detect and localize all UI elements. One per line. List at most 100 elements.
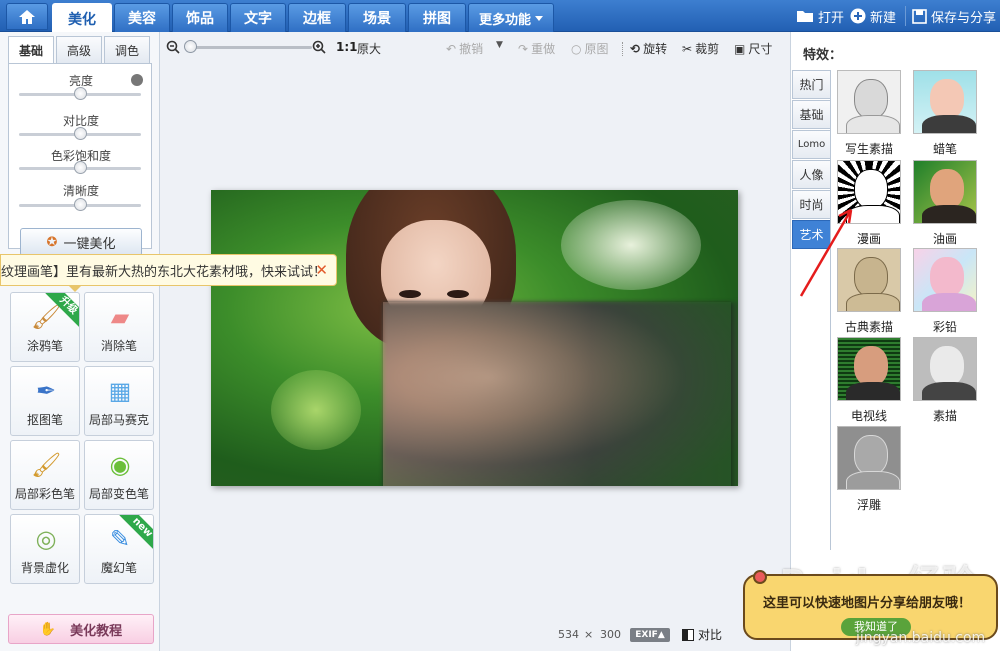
rotate-icon: ⟲ xyxy=(630,41,641,56)
more-features-label: 更多功能 xyxy=(478,12,531,28)
original-size-button[interactable]: 原大 xyxy=(357,40,381,57)
original-image-button[interactable]: ○ 原图 xyxy=(571,40,609,57)
annotation-arrow xyxy=(799,208,853,297)
brightness-slider[interactable] xyxy=(19,87,141,100)
compare-label: 对比 xyxy=(698,628,723,642)
one-key-beautify-button[interactable]: ✪ 一键美化 xyxy=(20,228,142,256)
effect-oil-painting[interactable]: 油画 xyxy=(913,160,977,247)
zoom-out-button[interactable] xyxy=(166,40,180,54)
effect-label: 浮雕 xyxy=(856,498,881,512)
effect-crayon[interactable]: 蜡笔 xyxy=(913,70,977,157)
tool-label: 局部变色笔 xyxy=(88,487,149,501)
undo-label: 撤销 xyxy=(459,42,484,56)
effect-emboss[interactable]: 浮雕 xyxy=(837,426,901,513)
close-icon[interactable]: ✕ xyxy=(315,261,328,279)
edited-photo[interactable] xyxy=(211,190,738,486)
effect-colored-pencil[interactable]: 彩铅 xyxy=(913,248,977,335)
effect-thumbnail xyxy=(837,337,901,401)
photo-eye xyxy=(399,290,421,298)
chevron-down-icon xyxy=(535,15,543,21)
exif-button[interactable]: EXIF▲ xyxy=(630,628,670,642)
magic-pen-icon: ✎ xyxy=(109,525,131,553)
undo-history-dropdown[interactable]: ▼ xyxy=(496,40,503,50)
tool-label: 魔幻笔 xyxy=(100,561,137,575)
redo-label: 重做 xyxy=(531,42,556,56)
more-features-dropdown[interactable]: 更多功能 xyxy=(468,3,554,32)
brush-icon: 🖌 xyxy=(31,303,62,331)
tab-accessories[interactable]: 饰品 xyxy=(172,3,228,32)
zoom-slider[interactable] xyxy=(190,46,312,49)
circle-icon: ○ xyxy=(571,41,582,56)
photo-bokeh xyxy=(561,200,701,290)
redo-button[interactable]: ↷ 重做 xyxy=(518,40,555,57)
effect-pencil-sketch[interactable]: 素描 xyxy=(913,337,977,424)
compare-icon xyxy=(682,628,694,641)
sub-tab-basic[interactable]: 基础 xyxy=(8,36,54,64)
one-key-label: 一键美化 xyxy=(63,236,116,252)
resize-icon: ▣ xyxy=(734,41,746,56)
rotate-label: 旋转 xyxy=(643,42,668,56)
contrast-slider[interactable] xyxy=(19,127,141,140)
compare-button[interactable]: 对比 xyxy=(682,626,722,643)
sharpness-slider-handle[interactable] xyxy=(74,198,87,211)
tab-frame[interactable]: 边框 xyxy=(288,3,346,32)
crop-button[interactable]: ✂ 裁剪 xyxy=(682,40,719,57)
open-button[interactable]: 打开 xyxy=(796,0,844,32)
beautify-tutorial-button[interactable]: ✋ 美化教程 xyxy=(8,614,154,644)
home-button[interactable] xyxy=(6,3,48,30)
tool-label: 局部彩色笔 xyxy=(14,487,75,501)
effect-label: 素描 xyxy=(932,409,957,423)
saturation-slider[interactable] xyxy=(19,161,141,174)
undo-button[interactable]: ↶ 撤销 xyxy=(446,40,483,57)
tool-magic-pen[interactable]: ✎ new 魔幻笔 xyxy=(84,514,154,584)
photo-eye xyxy=(447,290,469,298)
new-button[interactable]: 新建 xyxy=(850,0,896,32)
effect-label: 电视线 xyxy=(850,409,887,423)
zoom-in-button[interactable] xyxy=(312,40,326,54)
status-bar: 534 × 300 EXIF▲ 对比 xyxy=(160,620,790,651)
sharpness-label: 清晰度 xyxy=(62,184,99,198)
tab-beautify[interactable]: 美化 xyxy=(52,3,112,33)
undo-icon: ↶ xyxy=(446,41,457,56)
tool-local-recolor-pen[interactable]: ◉ 局部变色笔 xyxy=(84,440,154,510)
sharpness-slider[interactable] xyxy=(19,198,141,211)
adjust-panel: 亮度 对比度 色彩饱和度 清晰度 xyxy=(8,63,152,249)
tool-doodle-pen[interactable]: 🖌 升级 涂鸦笔 xyxy=(10,292,80,362)
tool-label: 消除笔 xyxy=(100,339,137,353)
tab-makeup[interactable]: 美容 xyxy=(114,3,170,32)
crop-label: 裁剪 xyxy=(695,42,720,56)
rotate-button[interactable]: ⟲ 旋转 xyxy=(630,40,667,57)
effect-tv-lines[interactable]: 电视线 xyxy=(837,337,901,424)
brightness-slider-handle[interactable] xyxy=(74,87,87,100)
tool-local-color-pen[interactable]: 🖌 局部彩色笔 xyxy=(10,440,80,510)
sub-tab-advanced[interactable]: 高级 xyxy=(56,36,102,64)
tool-cutout-pen[interactable]: ✒ 抠图笔 xyxy=(10,366,80,436)
watermark-url: jingyan.baidu.com xyxy=(856,630,986,646)
saturation-slider-handle[interactable] xyxy=(74,161,87,174)
tool-label: 抠图笔 xyxy=(26,413,63,427)
pin-icon xyxy=(753,570,767,584)
tool-label: 背景虚化 xyxy=(20,561,69,575)
effect-thumbnail xyxy=(913,248,977,312)
tool-local-mosaic[interactable]: ▦ 局部马赛克 xyxy=(84,366,154,436)
tool-eraser-pen[interactable]: ▰ 消除笔 xyxy=(84,292,154,362)
image-canvas[interactable] xyxy=(160,64,790,620)
effect-thumbnail xyxy=(913,70,977,134)
tab-collage[interactable]: 拼图 xyxy=(408,3,466,32)
plus-circle-icon xyxy=(850,8,866,24)
zoom-slider-handle[interactable] xyxy=(184,40,197,53)
tab-scene[interactable]: 场景 xyxy=(348,3,406,32)
effect-thumbnail xyxy=(913,160,977,224)
tool-label: 局部马赛克 xyxy=(88,413,149,427)
save-share-button[interactable]: 保存与分享 xyxy=(912,0,996,32)
tool-background-blur[interactable]: ◎ 背景虚化 xyxy=(10,514,80,584)
image-height: 300 xyxy=(600,628,621,641)
tab-text[interactable]: 文字 xyxy=(230,3,286,32)
zoom-in-icon xyxy=(312,40,326,54)
sub-tab-color[interactable]: 调色 xyxy=(104,36,150,64)
contrast-slider-handle[interactable] xyxy=(74,127,87,140)
ratio-1-1-button[interactable]: 1:1 xyxy=(336,40,358,54)
divider xyxy=(622,42,623,56)
size-button[interactable]: ▣ 尺寸 xyxy=(734,40,772,57)
paint-bucket-icon: ◉ xyxy=(109,451,131,479)
